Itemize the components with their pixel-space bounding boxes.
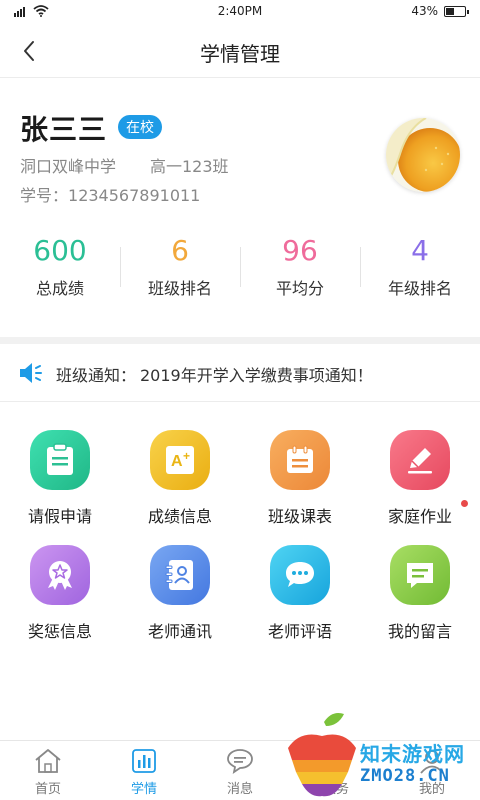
fruit-logo-icon [288, 713, 356, 797]
class-notice[interactable]: 班级通知： 2019年开学入学缴费事项通知！ [0, 344, 480, 402]
watermark-url: ZMO28.CN [360, 766, 450, 786]
feature-label: 我的留言 [387, 622, 452, 641]
watermark: 知末游戏网 ZMO28.CN [280, 708, 480, 800]
feature-label: 成绩信息 [147, 507, 212, 526]
feature-teacher-comments[interactable]: 老师评语 [240, 545, 360, 645]
feature-label: 奖惩信息 [27, 622, 92, 641]
svg-text:A: A [171, 453, 183, 470]
stat-value: 96 [282, 234, 318, 267]
calendar-icon [270, 430, 330, 490]
clipboard-icon [30, 430, 90, 490]
student-id-label: 学号： [20, 186, 69, 205]
status-bar: 2:40PM 43% [0, 0, 480, 24]
stat-label: 年级排名 [387, 279, 452, 298]
avatar[interactable] [386, 118, 460, 192]
pencil-icon [390, 430, 450, 490]
feature-teacher-contacts[interactable]: 老师通讯 [120, 545, 240, 645]
status-time: 2:40PM [217, 4, 263, 18]
stat-total-score[interactable]: 600 总成绩 [0, 233, 120, 303]
chart-icon [132, 749, 156, 773]
notice-text: 2019年开学入学缴费事项通知！ [140, 366, 373, 385]
speaker-icon [20, 363, 42, 383]
page-title: 学情管理 [200, 42, 280, 66]
nav-item-study[interactable]: 学情 [96, 741, 192, 800]
feature-label: 老师评语 [267, 622, 332, 641]
chevron-left-icon [24, 41, 34, 61]
nav-label: 消息 [226, 782, 253, 797]
contact-book-icon [150, 545, 210, 605]
stat-class-rank[interactable]: 6 班级排名 [120, 233, 240, 303]
nav-label: 首页 [34, 782, 61, 797]
nav-item-messages[interactable]: 消息 [192, 741, 288, 800]
nav-item-home[interactable]: 首页 [0, 741, 96, 800]
stat-label: 平均分 [275, 279, 324, 298]
feature-label: 请假申请 [27, 507, 92, 526]
feature-label: 老师通讯 [147, 622, 212, 641]
home-icon [35, 749, 61, 773]
stat-grade-rank[interactable]: 4 年级排名 [360, 233, 480, 303]
feature-class-schedule[interactable]: 班级课表 [240, 430, 360, 530]
award-ribbon-icon [30, 545, 90, 605]
feature-rewards-penalties[interactable]: 奖惩信息 [0, 545, 120, 645]
student-profile: 张三三 在校 洞口双峰中学 高一123班 学号：1234567891011 60 [0, 78, 480, 338]
top-app-bar: 学情管理 [0, 24, 480, 78]
feature-leave-request[interactable]: 请假申请 [0, 430, 120, 530]
notification-dot [461, 500, 468, 507]
student-id: 学号：1234567891011 [20, 182, 200, 206]
back-button[interactable] [14, 36, 44, 66]
status-badge: 在校 [118, 115, 162, 139]
watermark-text: 知末游戏网 [360, 742, 465, 766]
stat-value: 6 [171, 234, 189, 267]
school-name: 洞口双峰中学 [20, 157, 117, 176]
feature-homework[interactable]: 家庭作业 [360, 430, 480, 530]
grade-a-plus-icon: A + [150, 430, 210, 490]
stat-label: 总成绩 [35, 279, 84, 298]
battery-icon [444, 5, 469, 17]
nav-label: 学情 [130, 782, 157, 797]
stat-label: 班级排名 [147, 279, 212, 298]
battery-percent: 43% [411, 4, 438, 18]
stat-average-score[interactable]: 96 平均分 [240, 233, 360, 303]
message-icon [390, 545, 450, 605]
student-name: 张三三 [20, 113, 108, 146]
section-divider [0, 337, 480, 344]
feature-label: 班级课表 [267, 507, 332, 526]
svg-text:+: + [183, 449, 190, 463]
chat-bubble-icon [270, 545, 330, 605]
stat-value: 600 [33, 234, 87, 267]
notice-label: 班级通知： [56, 366, 137, 385]
student-id-value: 1234567891011 [68, 186, 201, 205]
stat-value: 4 [411, 234, 429, 267]
feature-my-messages[interactable]: 我的留言 [360, 545, 480, 645]
stats-row: 600 总成绩 6 班级排名 96 平均分 4 年级排名 [0, 233, 480, 303]
feature-grade-info[interactable]: A + 成绩信息 [120, 430, 240, 530]
status-icons-right: 43% [411, 4, 469, 18]
class-name: 高一123班 [150, 157, 229, 176]
avatar-image [386, 118, 460, 192]
message-bubble-icon [227, 749, 253, 774]
